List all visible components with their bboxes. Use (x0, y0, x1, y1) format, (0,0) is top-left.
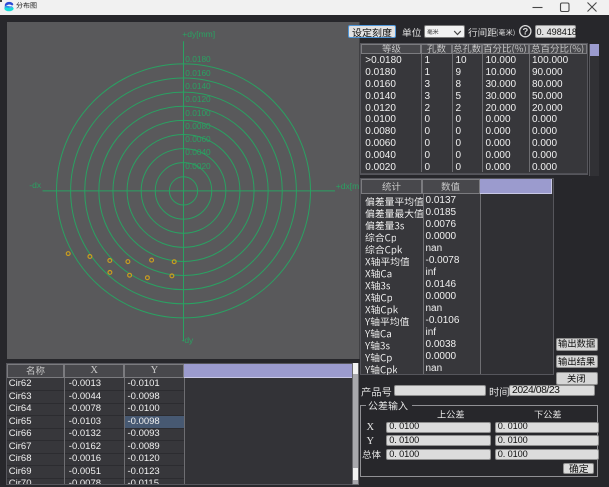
svg-text:?: ? (522, 26, 528, 37)
